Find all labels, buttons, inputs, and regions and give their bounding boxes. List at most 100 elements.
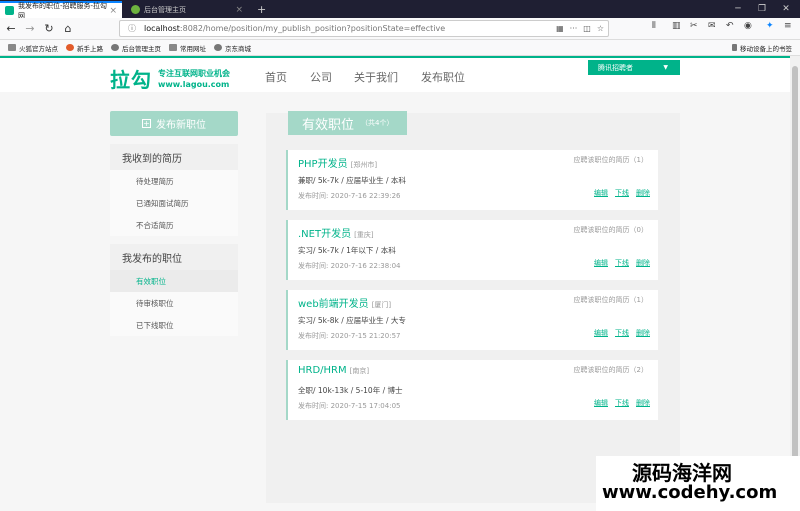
sidebar: + 发布新职位 我收到的简历 待处理简历 已通知面试简历 不合适简历 我发布的职… (110, 111, 238, 336)
close-tab-icon[interactable]: × (109, 6, 117, 16)
sidebar-item-pending-review-positions[interactable]: 待审核职位 (110, 292, 238, 314)
account-icon[interactable]: ◉ (744, 21, 752, 31)
tab-my-positions[interactable]: 我发布的职位-招聘服务-拉勾网 × (0, 1, 122, 20)
position-info: 实习/ 5k-8k / 应届毕业生 / 大专 (298, 316, 406, 325)
position-name[interactable]: .NET开发员 (298, 229, 351, 240)
scrollbar-thumb[interactable] (792, 66, 798, 466)
nav-about[interactable]: 关于我们 (354, 69, 398, 85)
pocket-icon[interactable]: ◫ (583, 24, 591, 33)
tab-title: 后台管理主页 (144, 5, 186, 14)
plus-icon: + (142, 119, 151, 128)
resume-count-link[interactable]: 应聘该职位的简历（0） (574, 225, 648, 235)
caret-down-icon: ▼ (663, 64, 668, 71)
lagou-favicon-icon (5, 6, 14, 15)
sidebar-item-offline-positions[interactable]: 已下线职位 (110, 314, 238, 336)
bookmark-item[interactable]: 京东商城 (214, 43, 251, 53)
position-time: 发布时间: 2020-7-15 21:20:57 (298, 332, 401, 340)
position-time: 发布时间: 2020-7-16 22:38:04 (298, 262, 401, 270)
firefox-icon (66, 44, 74, 51)
nav-home[interactable]: 首页 (265, 69, 287, 85)
mobile-bookmarks[interactable]: 移动设备上的书签 (732, 43, 792, 53)
logo-tagline: 专注互联网职业机会 (158, 68, 230, 78)
back-icon[interactable]: ← (3, 21, 19, 37)
publish-new-position-button[interactable]: + 发布新职位 (110, 111, 238, 136)
position-info: 兼职/ 5k-7k / 应届毕业生 / 本科 (298, 176, 406, 185)
nav-company[interactable]: 公司 (310, 69, 332, 85)
forward-icon[interactable]: → (22, 21, 38, 37)
qr-code-icon[interactable]: ▦ (556, 24, 564, 33)
url-host: localhost (144, 24, 180, 33)
sidebar-item-pending-resumes[interactable]: 待处理简历 (110, 170, 238, 192)
sidebar-item-unsuitable-resumes[interactable]: 不合适简历 (110, 214, 238, 236)
reload-icon[interactable]: ↻ (41, 21, 57, 37)
offline-link[interactable]: 下线 (615, 258, 629, 268)
library-icon[interactable]: ⫴ (652, 21, 656, 31)
new-tab-button[interactable]: + (252, 1, 268, 18)
bookmark-item[interactable]: 常用网址 (169, 43, 206, 53)
position-info: 实习/ 5k-7k / 1年以下 / 本科 (298, 246, 396, 255)
position-name[interactable]: web前端开发员 (298, 299, 369, 310)
restore-icon[interactable]: ❐ (750, 0, 774, 18)
position-card: HRD/HRM [南京] 全职/ 10k-13k / 5-10年 / 博士 发布时… (286, 360, 658, 420)
bookmark-label: 移动设备上的书签 (740, 44, 792, 53)
delete-link[interactable]: 删除 (636, 398, 650, 408)
url-bar[interactable]: ⓘ localhost:8082/home/position/my_publis… (119, 20, 609, 37)
offline-link[interactable]: 下线 (615, 188, 629, 198)
extensions-icon[interactable]: ✦ (766, 21, 774, 31)
close-tab-icon[interactable]: × (235, 5, 243, 15)
web-page: 拉勾 专注互联网职业机会 www.lagou.com 首页 公司 关于我们 发布… (0, 56, 790, 511)
panel-title-text: 有效职位 (302, 117, 355, 133)
delete-link[interactable]: 删除 (636, 188, 650, 198)
user-dropdown[interactable]: 腾讯招聘者 ▼ (588, 60, 680, 75)
edit-link[interactable]: 编辑 (594, 328, 608, 338)
globe-icon (214, 44, 222, 51)
panel-title: 有效职位 （共4个） (288, 111, 408, 135)
position-card: web前端开发员 [厦门] 实习/ 5k-8k / 应届毕业生 / 大专 发布时间… (286, 290, 658, 350)
info-icon[interactable]: ⓘ (128, 23, 136, 34)
resume-count-link[interactable]: 应聘该职位的简历（2） (574, 365, 648, 375)
minimize-icon[interactable]: ─ (726, 0, 750, 18)
edit-link[interactable]: 编辑 (594, 188, 608, 198)
bookmark-label: 后台管理主页 (122, 44, 161, 53)
user-name: 腾讯招聘者 (598, 63, 633, 72)
offline-link[interactable]: 下线 (615, 398, 629, 408)
more-actions-icon[interactable]: ··· (570, 24, 578, 33)
publish-button-label: 发布新职位 (156, 120, 206, 131)
close-window-icon[interactable]: ✕ (774, 0, 798, 18)
bookmark-star-icon[interactable]: ☆ (597, 24, 604, 33)
home-icon[interactable]: ⌂ (60, 21, 76, 37)
undo-icon[interactable]: ↶ (726, 21, 734, 31)
tab-admin-home[interactable]: 后台管理主页 × (126, 1, 248, 18)
position-name[interactable]: PHP开发员 (298, 159, 348, 170)
navigation-bar: ← → ↻ ⌂ ⓘ localhost:8082/home/position/m… (0, 18, 800, 40)
received-resumes-group: 我收到的简历 待处理简历 已通知面试简历 不合适简历 (110, 144, 238, 236)
screenshot-icon[interactable]: ✂ (690, 21, 698, 31)
position-time: 发布时间: 2020-7-16 22:39:26 (298, 192, 401, 200)
bookmark-label: 火狐官方站点 (19, 44, 58, 53)
page-scrollbar[interactable] (790, 56, 800, 511)
site-logo[interactable]: 拉勾 专注互联网职业机会 www.lagou.com (110, 64, 230, 93)
position-count: （共4个） (361, 119, 394, 127)
delete-link[interactable]: 删除 (636, 328, 650, 338)
sidebar-item-effective-positions[interactable]: 有效职位 (110, 270, 238, 292)
site-header: 拉勾 专注互联网职业机会 www.lagou.com 首页 公司 关于我们 发布… (0, 56, 790, 92)
sidebar-item-interview-resumes[interactable]: 已通知面试简历 (110, 192, 238, 214)
watermark-url: www.codehy.com (602, 482, 778, 503)
bookmark-item[interactable]: 新手上路 (66, 43, 103, 53)
edit-link[interactable]: 编辑 (594, 258, 608, 268)
position-name[interactable]: HRD/HRM (298, 365, 347, 376)
chat-icon[interactable]: ✉ (708, 21, 716, 31)
sidebar-icon[interactable]: ▥ (672, 21, 681, 31)
mobile-icon (732, 44, 737, 51)
edit-link[interactable]: 编辑 (594, 398, 608, 408)
offline-link[interactable]: 下线 (615, 328, 629, 338)
menu-icon[interactable]: ≡ (784, 21, 792, 31)
resume-count-link[interactable]: 应聘该职位的简历（1） (574, 155, 648, 165)
bookmark-item[interactable]: 火狐官方站点 (8, 43, 58, 53)
bookmark-item[interactable]: 后台管理主页 (111, 43, 161, 53)
nav-publish[interactable]: 发布职位 (421, 69, 465, 85)
positions-panel: 有效职位 （共4个） PHP开发员 [郑州市] 兼职/ 5k-7k / 应届毕业生… (266, 111, 680, 503)
delete-link[interactable]: 删除 (636, 258, 650, 268)
folder-icon (169, 44, 177, 51)
resume-count-link[interactable]: 应聘该职位的简历（1） (574, 295, 648, 305)
